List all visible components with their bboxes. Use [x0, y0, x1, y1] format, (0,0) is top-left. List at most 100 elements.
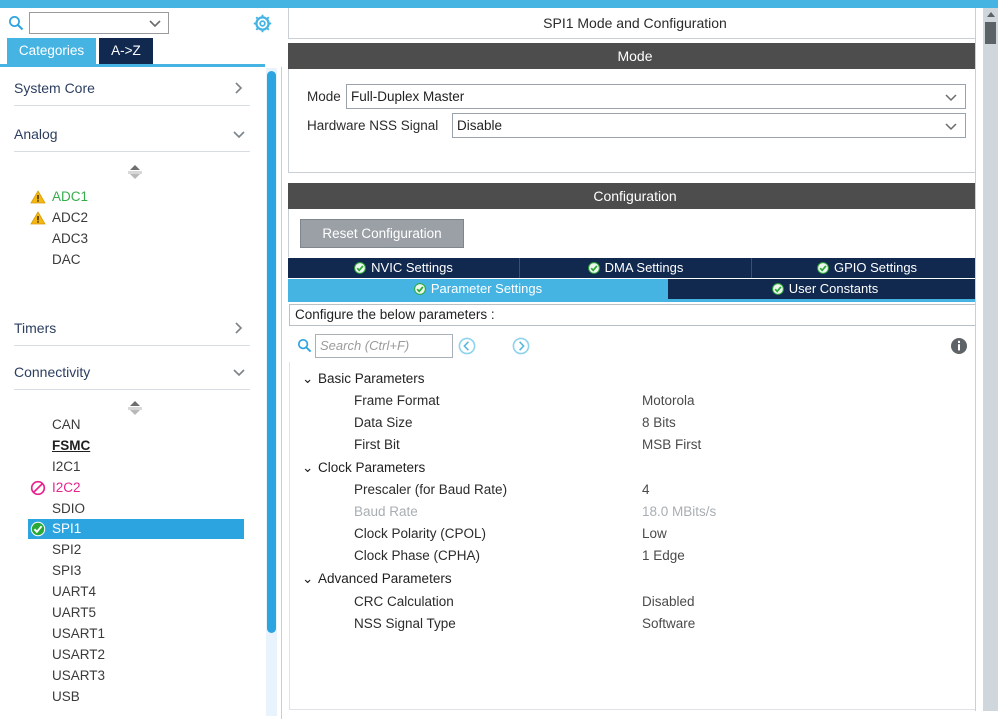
- param-row-first-bit[interactable]: First Bit MSB First: [290, 434, 980, 456]
- sidebar-search-row: [0, 8, 282, 38]
- sidebar-item-usb[interactable]: USB: [28, 687, 244, 707]
- mode-field-label: Mode: [307, 89, 341, 104]
- tab-dma-settings[interactable]: DMA Settings: [520, 258, 752, 278]
- next-circle-icon[interactable]: [511, 336, 531, 356]
- peripheral-list: System Core Analog ADC1 ADC2 ADC3 DAC Ti…: [0, 67, 282, 719]
- item-label: UART5: [52, 605, 97, 620]
- tab-a-to-z[interactable]: A->Z: [99, 38, 153, 64]
- item-label: SDIO: [52, 501, 86, 516]
- sidebar-scrollbar-thumb[interactable]: [267, 71, 276, 633]
- chevron-down-icon: ⌄: [302, 460, 314, 475]
- scroll-up-arrow-icon[interactable]: [987, 12, 995, 17]
- category-label: System Core: [14, 80, 95, 96]
- sidebar-item-i2c1[interactable]: I2C1: [28, 457, 244, 477]
- chevron-down-icon: ⌄: [302, 371, 314, 386]
- item-label: ADC3: [52, 231, 89, 246]
- sidebar-item-spi3[interactable]: SPI3: [28, 561, 244, 581]
- item-label: UART4: [52, 584, 97, 599]
- sidebar-item-usart3[interactable]: USART3: [28, 666, 244, 686]
- param-name: Clock Polarity (CPOL): [354, 526, 487, 541]
- tab-categories[interactable]: Categories: [7, 38, 96, 64]
- param-group-clock-parameters[interactable]: ⌄ Clock Parameters: [302, 457, 425, 479]
- parameter-search-row: Search (Ctrl+F): [289, 330, 981, 362]
- tab-gpio-settings[interactable]: GPIO Settings: [752, 258, 982, 278]
- peripheral-search-input[interactable]: [29, 12, 169, 34]
- info-icon[interactable]: [949, 336, 969, 356]
- analog-list-spinner[interactable]: [128, 164, 142, 180]
- sidebar-item-dac[interactable]: DAC: [28, 250, 244, 270]
- param-group-advanced-parameters[interactable]: ⌄ Advanced Parameters: [302, 568, 452, 590]
- chevron-down-icon: [945, 123, 957, 131]
- param-name: NSS Signal Type: [354, 616, 456, 631]
- param-value: MSB First: [642, 437, 702, 452]
- sidebar-category-connectivity[interactable]: Connectivity: [14, 355, 250, 390]
- tab-label: Parameter Settings: [430, 281, 543, 296]
- chevron-down-icon: [233, 131, 245, 139]
- param-row-prescaler[interactable]: Prescaler (for Baud Rate) 4: [290, 479, 980, 501]
- param-row-nss-signal-type[interactable]: NSS Signal Type Software: [290, 613, 980, 635]
- sidebar-category-analog[interactable]: Analog: [14, 117, 250, 152]
- sidebar-item-adc3[interactable]: ADC3: [28, 229, 244, 249]
- sidebar-item-usart1[interactable]: USART1: [28, 624, 244, 644]
- param-value: Software: [642, 616, 696, 631]
- param-name: Data Size: [354, 415, 413, 430]
- warning-icon: [30, 211, 46, 225]
- sidebar-item-spi1[interactable]: SPI1: [28, 519, 244, 539]
- param-name: Clock Phase (CPHA): [354, 548, 481, 563]
- tab-parameter-settings[interactable]: Parameter Settings: [288, 279, 668, 299]
- category-label: Connectivity: [14, 364, 91, 380]
- param-name: CRC Calculation: [354, 594, 454, 609]
- item-label: USART3: [52, 668, 106, 683]
- configuration-panel: SPI1 Mode and Configuration Mode Mode Fu…: [288, 8, 998, 711]
- param-row-baud-rate: Baud Rate 18.0 MBits/s: [290, 501, 980, 523]
- gear-icon[interactable]: [253, 14, 272, 33]
- sidebar-item-adc2[interactable]: ADC2: [28, 208, 244, 228]
- sidebar-item-uart5[interactable]: UART5: [28, 603, 244, 623]
- param-name: Frame Format: [354, 393, 440, 408]
- param-row-clock-polarity[interactable]: Clock Polarity (CPOL) Low: [290, 523, 980, 545]
- check-badge-icon: [587, 262, 600, 274]
- sidebar-item-i2c2[interactable]: I2C2: [28, 478, 244, 498]
- sidebar-item-sdio[interactable]: SDIO: [28, 499, 244, 519]
- mode-select[interactable]: Full-Duplex Master: [346, 84, 966, 109]
- sidebar-item-uart4[interactable]: UART4: [28, 582, 244, 602]
- param-group-basic-parameters[interactable]: ⌄ Basic Parameters: [302, 368, 425, 390]
- top-accent-band: [0, 0, 998, 8]
- warning-icon: [30, 190, 46, 204]
- param-row-crc-calculation[interactable]: CRC Calculation Disabled: [290, 591, 980, 613]
- sidebar-tabs: Categories A->Z: [0, 38, 282, 64]
- connectivity-list-spinner[interactable]: [128, 400, 142, 416]
- tab-label: User Constants: [788, 281, 879, 296]
- param-value: Low: [642, 526, 667, 541]
- hardware-nss-select[interactable]: Disable: [452, 113, 966, 138]
- parameter-search-input[interactable]: Search (Ctrl+F): [315, 334, 453, 358]
- item-label: USART1: [52, 626, 106, 641]
- prev-circle-icon[interactable]: [457, 336, 477, 356]
- window-scrollbar-thumb[interactable]: [985, 22, 996, 44]
- nss-field-label: Hardware NSS Signal: [307, 118, 439, 133]
- item-label: USART2: [52, 647, 106, 662]
- sidebar-category-timers[interactable]: Timers: [14, 311, 250, 346]
- sidebar-item-usart2[interactable]: USART2: [28, 645, 244, 665]
- configure-hint: Configure the below parameters :: [289, 304, 981, 326]
- page-title: SPI1 Mode and Configuration: [288, 8, 982, 39]
- check-badge-icon: [771, 283, 784, 295]
- param-row-frame-format[interactable]: Frame Format Motorola: [290, 390, 980, 412]
- sidebar-item-can[interactable]: CAN: [28, 415, 244, 435]
- sidebar-item-fsmc[interactable]: FSMC: [28, 436, 244, 456]
- param-row-clock-phase[interactable]: Clock Phase (CPHA) 1 Edge: [290, 545, 980, 567]
- param-value: 1 Edge: [642, 548, 685, 563]
- item-label: ADC2: [52, 210, 89, 225]
- reset-configuration-button[interactable]: Reset Configuration: [300, 219, 464, 248]
- tab-label: GPIO Settings: [833, 260, 918, 275]
- sidebar-item-adc1[interactable]: ADC1: [28, 187, 244, 207]
- tab-nvic-settings[interactable]: NVIC Settings: [288, 258, 520, 278]
- window-scrollbar-track[interactable]: [983, 8, 998, 711]
- sidebar-category-system-core[interactable]: System Core: [14, 71, 250, 106]
- tab-user-constants[interactable]: User Constants: [668, 279, 982, 299]
- item-label: SPI3: [52, 563, 82, 578]
- sidebar-item-spi2[interactable]: SPI2: [28, 540, 244, 560]
- param-row-data-size[interactable]: Data Size 8 Bits: [290, 412, 980, 434]
- item-label: SPI2: [52, 542, 82, 557]
- chevron-down-icon: [233, 369, 245, 377]
